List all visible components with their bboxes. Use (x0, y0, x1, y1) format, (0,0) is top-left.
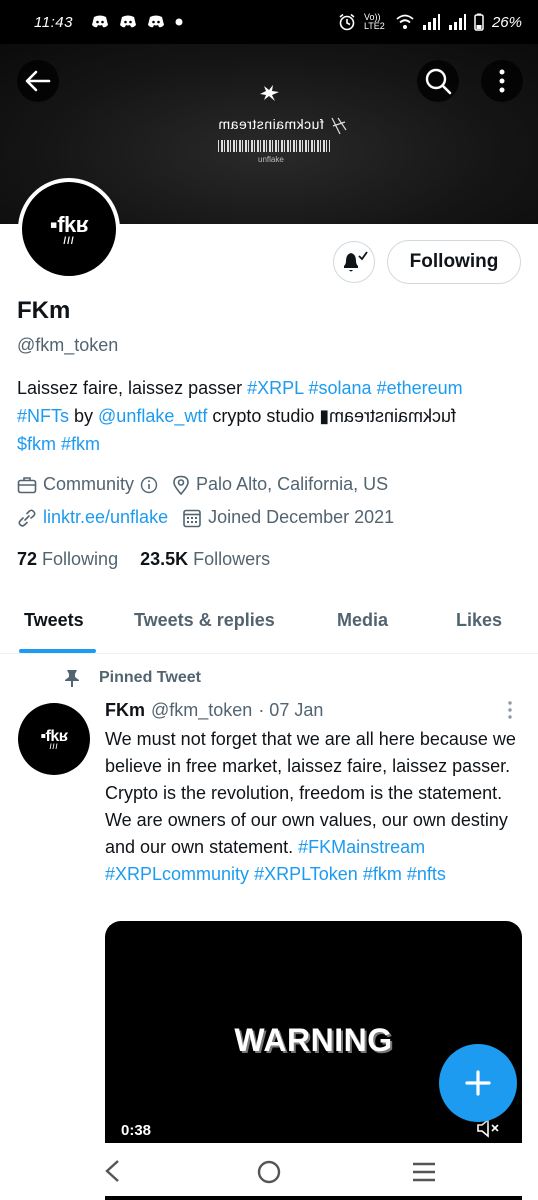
tweet-avatar[interactable]: ▪fkʁ /// (18, 703, 90, 775)
bio-mirror-text: fuckmainstream (329, 406, 457, 426)
notifications-button[interactable] (333, 241, 375, 283)
alarm-icon (339, 13, 355, 31)
hashtag-link[interactable]: #fkm (363, 864, 402, 884)
profile-meta-row-2: linktr.ee/unflake Joined December 2021 (17, 507, 408, 528)
cashtag-link[interactable]: $fkm (17, 434, 56, 454)
hashtag-link[interactable]: #ethereum (377, 378, 463, 398)
location-label: Palo Alto, California, US (196, 474, 389, 494)
pinned-label: Pinned Tweet (65, 668, 201, 688)
wifi-icon (396, 14, 414, 29)
scribble-icon (331, 117, 347, 135)
battery-icon (474, 13, 484, 31)
discord-icon (147, 15, 164, 28)
location-pin-icon (173, 475, 189, 495)
plus-icon (465, 1070, 491, 1096)
hashtag-link[interactable]: #nfts (407, 864, 446, 884)
signal-icon (448, 14, 466, 30)
notification-icons (91, 15, 183, 29)
link-icon (18, 508, 36, 527)
following-button[interactable]: Following (387, 240, 521, 284)
profile-meta-row-1: Community Palo Alto, California, US (17, 474, 402, 495)
hashtag-link[interactable]: #NFTs (17, 406, 69, 426)
compose-tweet-button[interactable] (439, 1044, 517, 1122)
signal-icon (422, 14, 440, 30)
more-button[interactable] (481, 60, 523, 102)
hashtag-link[interactable]: #fkm (61, 434, 100, 454)
tab-likes[interactable]: Likes (456, 610, 502, 631)
avatar-logo: ▪fkʁ (49, 211, 89, 237)
banner-brand: unflake (258, 155, 284, 164)
banner-barcode (218, 140, 330, 152)
tab-media[interactable]: Media (337, 610, 388, 631)
pinned-text: Pinned Tweet (99, 669, 201, 686)
bio-text: by (69, 406, 99, 426)
discord-icon (91, 15, 108, 28)
category[interactable]: Community (17, 474, 158, 495)
bio-text: Laissez faire, laissez passer (17, 378, 248, 398)
hashtag-link[interactable]: #XRPLcommunity (105, 864, 249, 884)
more-vertical-icon (499, 69, 505, 93)
banner-text: fuckmainstream (218, 116, 324, 132)
system-nav-bar (0, 1143, 538, 1200)
website-link[interactable]: linktr.ee/unflake (43, 507, 168, 528)
tweet-text: We must not forget that we are all here … (105, 726, 525, 888)
recents-nav-icon[interactable] (411, 1161, 437, 1183)
pin-icon (65, 670, 79, 687)
avatar-sub: /// (63, 235, 75, 247)
status-bar: 11:43 Vo)) LTE2 26% (0, 0, 538, 44)
profile-bio: Laissez faire, laissez passer #XRPL #sol… (17, 374, 527, 458)
category-label: Community (43, 474, 135, 494)
bell-check-icon (344, 251, 368, 272)
hashtag-link[interactable]: #solana (309, 378, 372, 398)
info-icon (140, 476, 158, 493)
joined: Joined December 2021 (182, 507, 394, 528)
hashtag-link[interactable]: #XRPLToken (254, 864, 358, 884)
home-nav-icon[interactable] (256, 1159, 282, 1185)
tweet-header: FKm @fkm_token · 07 Jan (105, 700, 323, 721)
avatar-sub: /// (49, 743, 59, 751)
joined-label: Joined December 2021 (208, 507, 395, 527)
calendar-icon (183, 509, 201, 527)
search-button[interactable] (417, 60, 459, 102)
dot-icon (175, 18, 183, 26)
follow-counts: 72 Following 23.5K Followers (17, 549, 270, 570)
active-tab-indicator (19, 649, 96, 653)
splat-icon (260, 85, 279, 101)
location: Palo Alto, California, US (172, 474, 388, 495)
briefcase-icon (17, 476, 37, 493)
back-button[interactable] (17, 60, 59, 102)
battery-level: 26% (491, 13, 522, 31)
hashtag-link[interactable]: #XRPL (247, 378, 303, 398)
tweet-author-handle[interactable]: @fkm_token (151, 700, 252, 721)
back-nav-icon[interactable] (103, 1159, 121, 1183)
profile-avatar[interactable]: ▪fkʁ /// (18, 178, 120, 280)
video-duration: 0:38 (121, 1122, 152, 1139)
arrow-left-icon (25, 70, 51, 92)
profile-tabs: Tweets Tweets & replies Media Likes (0, 596, 538, 654)
search-icon (425, 68, 452, 95)
tweet-author-name[interactable]: FKm (105, 700, 145, 721)
status-right: Vo)) LTE2 26% (338, 13, 522, 31)
mention-link[interactable]: @unflake_wtf (98, 406, 207, 426)
media-bottom-edge (105, 1196, 522, 1200)
discord-icon (119, 15, 136, 28)
tab-tweets[interactable]: Tweets (24, 610, 84, 631)
website[interactable]: linktr.ee/unflake (17, 507, 168, 528)
status-time: 11:43 (34, 13, 73, 31)
tab-tweets-replies[interactable]: Tweets & replies (134, 610, 275, 631)
tweet-more-icon[interactable] (504, 700, 516, 720)
following-count[interactable]: 72 Following (17, 549, 118, 570)
profile-handle: @fkm_token (17, 335, 119, 355)
tweet-date[interactable]: · 07 Jan (258, 700, 323, 721)
hashtag-link[interactable]: #FKMainstream (298, 837, 425, 857)
profile-name: FKm (17, 297, 71, 324)
bio-text: crypto studio ▮ (207, 406, 330, 426)
network-label: Vo)) LTE2 (363, 12, 385, 31)
followers-count[interactable]: 23.5K Followers (140, 549, 270, 570)
